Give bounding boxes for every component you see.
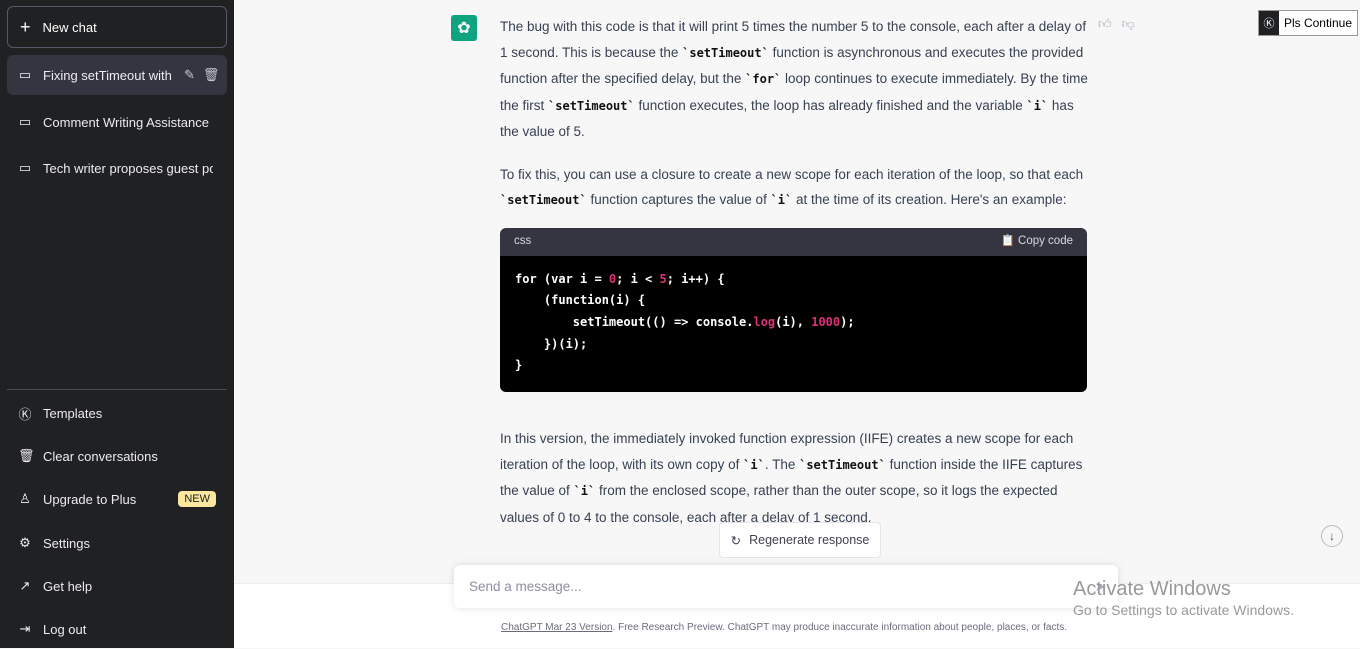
chatgpt-logo-icon: ✿	[451, 15, 477, 41]
logout-button[interactable]: ⇥ Log out	[7, 609, 227, 649]
code-token: (i),	[775, 314, 812, 329]
chat-bubble-icon: ▭	[18, 67, 32, 82]
gear-icon: ⚙	[19, 535, 31, 550]
regenerate-response-button[interactable]: ↻ Regenerate response	[719, 522, 881, 558]
text: at the time of its creation. Here's an e…	[792, 192, 1067, 207]
inline-code: `i`	[743, 457, 765, 472]
conversation-item[interactable]: ▭ Fixing setTimeout with ✎ 🗑	[7, 55, 227, 95]
chat-bubble-icon: ▭	[18, 114, 32, 129]
text: function captures the value of	[586, 192, 771, 207]
trash-icon[interactable]: 🗑	[203, 67, 220, 83]
code-token: 5	[659, 271, 667, 286]
logout-icon: ⇥	[19, 621, 31, 636]
edit-icon[interactable]: ✎	[184, 67, 195, 83]
code-token: (function(i) {	[515, 293, 646, 308]
text: . The	[764, 456, 800, 472]
settings-button[interactable]: ⚙ Settings	[7, 523, 227, 563]
external-link-icon: ↗	[19, 578, 31, 593]
code-token: );	[840, 314, 855, 329]
code-block: css 📋 Copy code for (var i = 0; i < 5; i+…	[500, 227, 1087, 393]
code-line: (function(i) {	[515, 290, 1072, 312]
inline-code: `setTimeout`	[799, 457, 886, 472]
code-token: }	[515, 358, 523, 373]
paragraph: In this version, the immediately invoked…	[500, 426, 1090, 530]
clipboard-icon: 📋	[1000, 234, 1015, 247]
text: To fix this, you can use a closure to cr…	[500, 166, 1084, 182]
version-link[interactable]: ChatGPT Mar 23 Version	[501, 622, 613, 633]
refresh-icon: ↻	[730, 533, 742, 548]
inline-code: `i`	[770, 193, 793, 207]
scroll-down-button[interactable]: ↓	[1321, 525, 1343, 547]
code-line: }	[515, 355, 1072, 377]
divider	[7, 389, 227, 390]
code-token: 1000	[811, 314, 841, 329]
k-icon: Ⓚ	[1258, 11, 1279, 35]
windows-watermark: Activate Windows Go to Settings to activa…	[1073, 578, 1294, 618]
footer: ChatGPT Mar 23 Version. Free Research Pr…	[501, 622, 1068, 633]
inline-code: `i`	[573, 484, 596, 499]
code-content: for (var i = 0; i < 5; i++) { (function(…	[500, 255, 1087, 393]
inline-code: `i`	[1026, 98, 1049, 113]
code-token: for (var i =	[515, 271, 609, 286]
inline-code: `for`	[745, 72, 782, 86]
pls-continue-button[interactable]: Ⓚ Pls Continue	[1257, 10, 1358, 36]
new-chat-button[interactable]: + New chat	[7, 6, 227, 48]
trash-icon: 🗑	[18, 448, 35, 463]
assistant-message: The bug with this code is that it will p…	[500, 14, 1090, 547]
thumbs-up-icon[interactable]: 👍︎	[1098, 16, 1112, 32]
code-line: for (var i = 0; i < 5; i++) {	[515, 269, 1072, 291]
message-input[interactable]: Send a message... ➤	[454, 565, 1118, 608]
inline-code: `setTimeout`	[548, 98, 635, 113]
templates-button[interactable]: Ⓚ Templates	[7, 393, 227, 433]
upgrade-button[interactable]: ♙ Upgrade to Plus NEW	[7, 479, 227, 519]
plus-icon: +	[20, 16, 31, 37]
code-token: log	[753, 314, 776, 329]
conversation-item[interactable]: ▭ Comment Writing Assistance	[7, 102, 227, 142]
paragraph: The bug with this code is that it will p…	[500, 14, 1090, 145]
copy-code-button[interactable]: 📋 Copy code	[1000, 229, 1073, 255]
code-line: setTimeout(() => console.log(i), 1000);	[515, 312, 1072, 334]
k-icon: Ⓚ	[18, 406, 32, 422]
code-token: ; i++) {	[666, 271, 725, 286]
inline-code: `setTimeout`	[500, 193, 587, 207]
text: function executes, the loop has already …	[634, 97, 1027, 113]
sidebar: + New chat ▭ Fixing setTimeout with ✎ 🗑 ▭ Com…	[0, 0, 234, 648]
conversation-item[interactable]: ▭ Tech writer proposes guest po	[7, 148, 227, 188]
thumbs-down-icon[interactable]: 👎︎	[1122, 16, 1135, 32]
code-token: ; i <	[616, 271, 660, 286]
paragraph: To fix this, you can use a closure to cr…	[500, 162, 1090, 214]
code-token: })(i);	[515, 336, 588, 351]
clear-conversations-button[interactable]: 🗑 Clear conversations	[7, 436, 227, 476]
get-help-button[interactable]: ↗ Get help	[7, 566, 227, 606]
code-language: css	[514, 234, 532, 247]
code-line: })(i);	[515, 334, 1072, 356]
new-badge: NEW	[178, 491, 216, 507]
code-token: setTimeout(() => console.	[515, 314, 754, 329]
inline-code: `setTimeout`	[682, 45, 769, 60]
chat-area: ✿ The bug with this code is that it will…	[234, 0, 1360, 648]
chat-bubble-icon: ▭	[18, 160, 32, 175]
user-icon: ♙	[19, 491, 31, 506]
